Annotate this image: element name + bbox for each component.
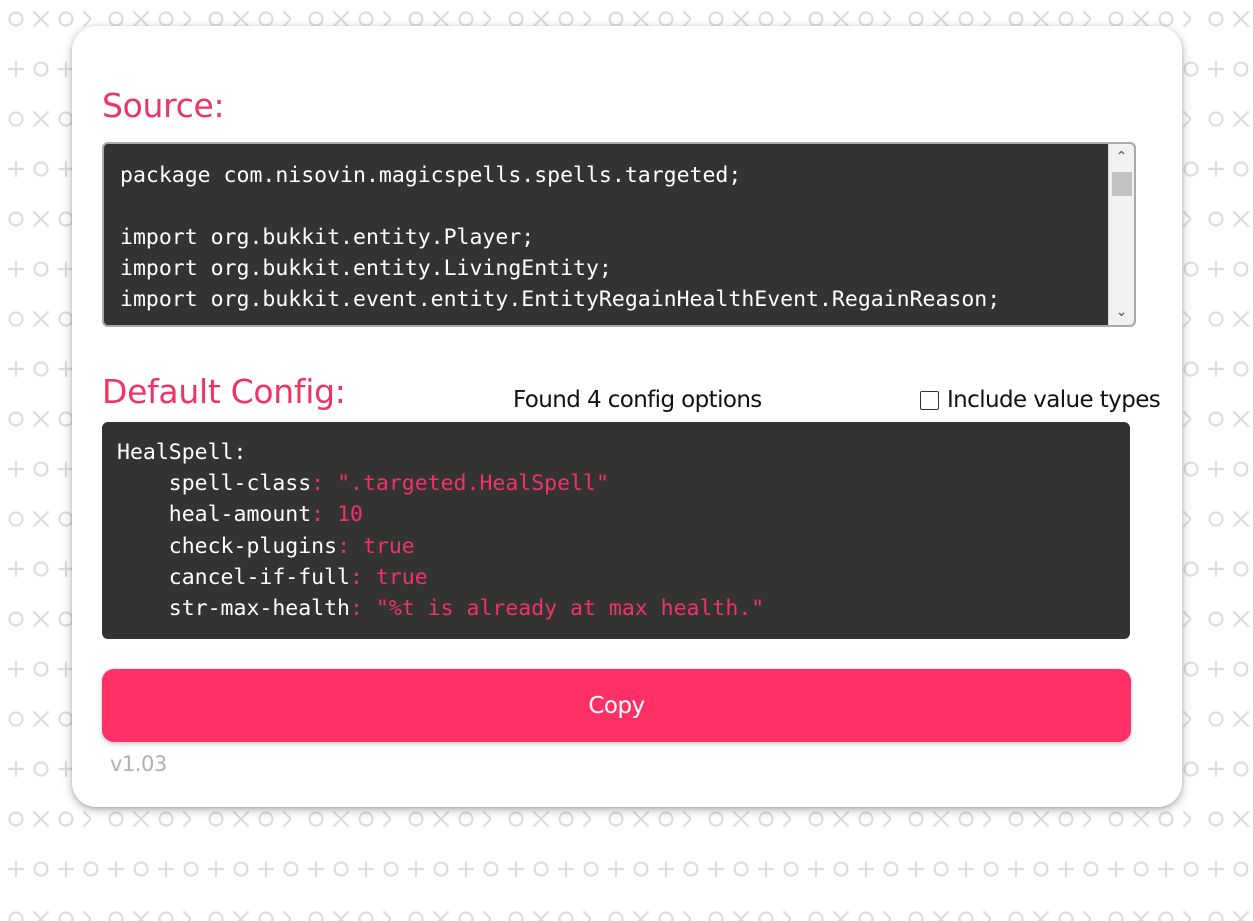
copy-button[interactable]: Copy (102, 669, 1131, 742)
config-key: heal-amount (168, 502, 312, 528)
config-value: true (375, 564, 428, 590)
source-title: Source: (102, 86, 225, 125)
include-value-types-label[interactable]: Include value types (947, 387, 1161, 413)
config-value: "%t is already at max health." (375, 596, 765, 622)
config-value: ".targeted.HealSpell" (337, 471, 609, 497)
chevron-up-icon[interactable]: ⌃ (1109, 146, 1134, 168)
config-count-label: Found 4 config options (513, 387, 762, 413)
config-value: 10 (337, 502, 363, 528)
source-scrollbar[interactable]: ⌃ ⌄ (1108, 144, 1134, 325)
main-card: Source: package com.nisovin.magicspells.… (72, 26, 1182, 807)
config-key: cancel-if-full (168, 564, 350, 590)
chevron-down-icon[interactable]: ⌄ (1109, 301, 1134, 323)
config-value: true (362, 533, 415, 559)
checkbox-icon[interactable] (920, 390, 939, 410)
version-label: v1.03 (110, 752, 167, 776)
include-value-types-toggle[interactable]: Include value types (920, 387, 1161, 413)
config-code: HealSpell: spell-class: ".targeted.HealS… (117, 437, 764, 624)
config-title: Default Config: (102, 372, 346, 411)
config-key: spell-class (168, 471, 312, 497)
config-key: str-max-health (168, 596, 350, 622)
config-entry: str-max-health: "%t is already at max he… (168, 596, 765, 622)
source-textarea[interactable]: package com.nisovin.magicspells.spells.t… (102, 142, 1136, 327)
config-entry: heal-amount: 10 (168, 502, 363, 528)
source-code[interactable]: package com.nisovin.magicspells.spells.t… (120, 160, 1104, 315)
config-entry: cancel-if-full: true (168, 564, 428, 590)
config-entry: check-plugins: true (168, 533, 415, 559)
config-output: HealSpell: spell-class: ".targeted.HealS… (102, 422, 1130, 639)
config-entry: spell-class: ".targeted.HealSpell" (168, 471, 609, 497)
config-key: check-plugins (168, 533, 338, 559)
config-root: HealSpell: (117, 440, 247, 465)
scroll-thumb[interactable] (1112, 172, 1132, 196)
